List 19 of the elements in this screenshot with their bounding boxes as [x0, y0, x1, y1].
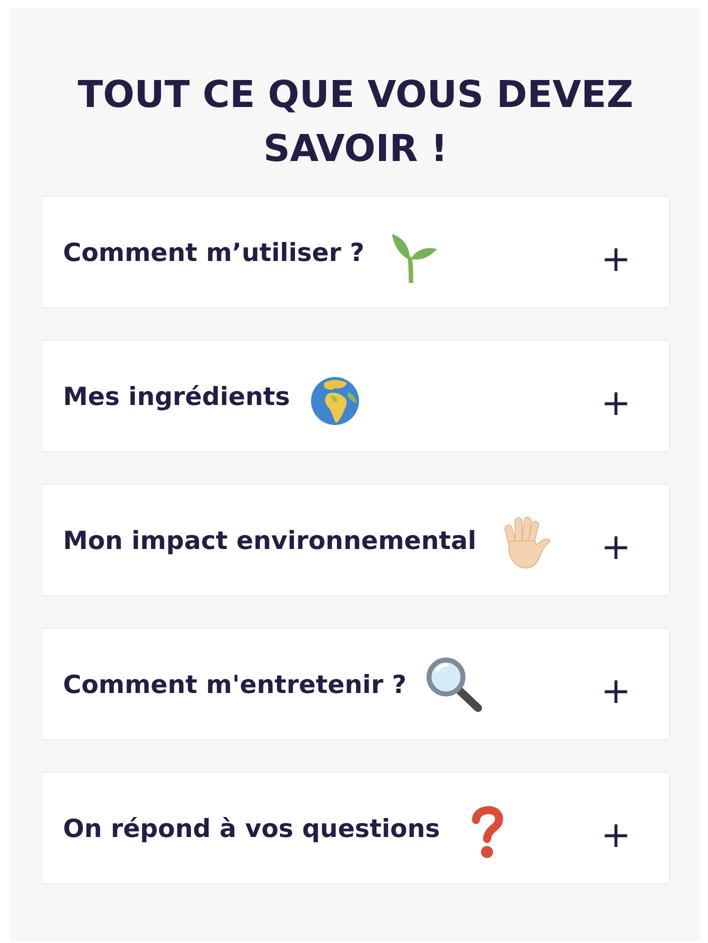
- question-mark-icon: [470, 805, 504, 859]
- magnifying-glass-icon: [424, 656, 483, 712]
- expand-toggle[interactable]: +: [600, 242, 631, 278]
- accordion-item[interactable]: Comment m'entretenir ? +: [41, 628, 670, 740]
- globe-icon: [310, 376, 360, 426]
- question-title: Comment m'entretenir ?: [63, 670, 407, 698]
- question-title: Mes ingrédients: [63, 382, 290, 410]
- question-title: On répond à vos questions: [63, 814, 440, 842]
- expand-toggle[interactable]: +: [600, 386, 631, 422]
- accordion-item[interactable]: Mon impact environnemental +: [41, 484, 670, 596]
- question-title: Mon impact environnemental: [63, 526, 476, 554]
- section-title: TOUT CE QUE VOUS DEVEZ SAVOIR !: [76, 72, 634, 172]
- expand-toggle[interactable]: +: [600, 530, 631, 566]
- accordion-item[interactable]: Mes ingrédients +: [41, 340, 670, 452]
- question-title: Comment m’utiliser ?: [63, 238, 364, 266]
- accordion-item[interactable]: On répond à vos questions +: [41, 772, 670, 884]
- expand-toggle[interactable]: +: [600, 674, 631, 710]
- accordion-item[interactable]: Comment m’utiliser ? +: [41, 196, 670, 308]
- expand-toggle[interactable]: +: [600, 818, 631, 854]
